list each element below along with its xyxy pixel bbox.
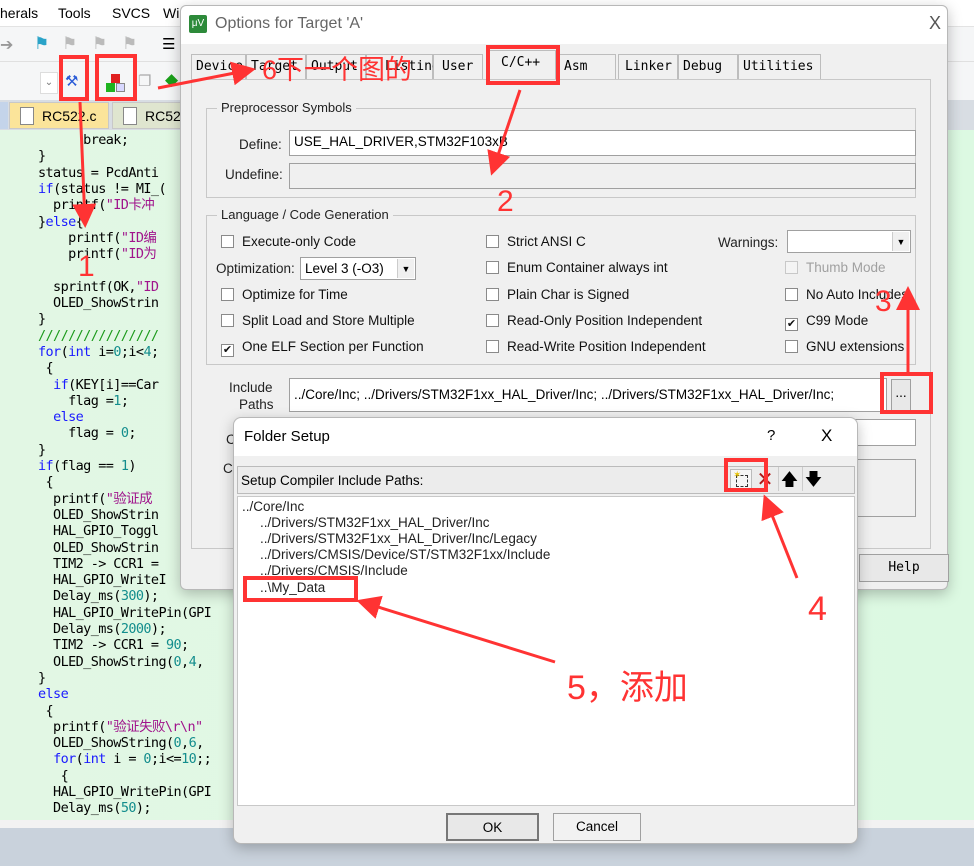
- arrow-2: [487, 89, 522, 176]
- arrow-1: [72, 101, 97, 228]
- annotation-3: 3: [875, 285, 892, 318]
- annotation-4: 4: [808, 590, 827, 628]
- annotation-2: 2: [497, 185, 514, 218]
- annotation-1: 1: [78, 250, 95, 283]
- arrow-5: [356, 595, 556, 664]
- annotation-6: 6下一个图的: [262, 55, 413, 85]
- arrow-6: [157, 61, 256, 90]
- annotation-arrows: [72, 61, 920, 664]
- arrow-4: [761, 494, 799, 579]
- annotation-5: 5，添加: [567, 669, 688, 707]
